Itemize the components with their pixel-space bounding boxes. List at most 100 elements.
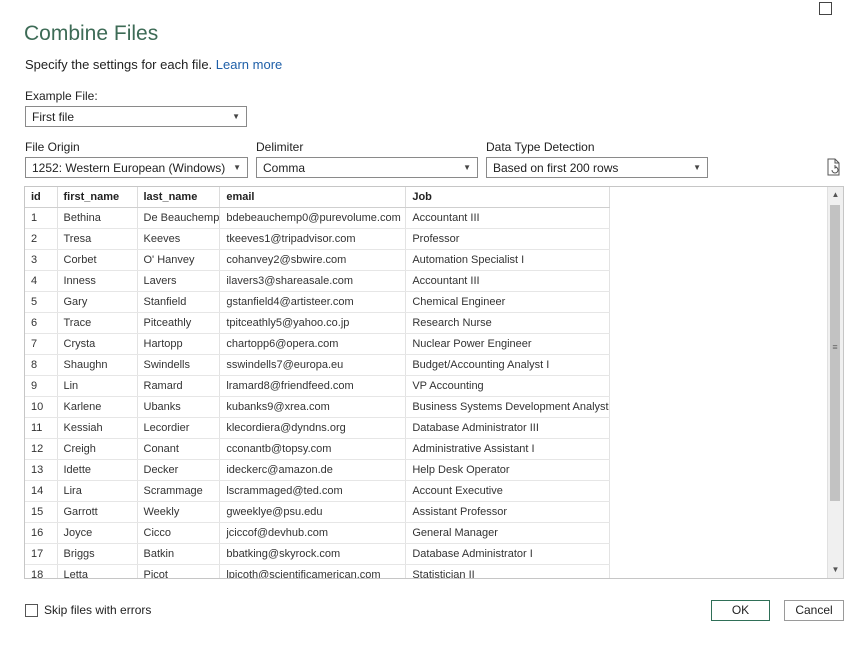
table-cell: Inness xyxy=(57,270,138,292)
table-cell: Automation Specialist I xyxy=(405,249,610,271)
skip-files-checkbox[interactable] xyxy=(25,603,38,617)
subtitle-text: Specify the settings for each file. xyxy=(25,57,213,72)
table-cell: jciccof@devhub.com xyxy=(219,522,407,544)
column-header-email[interactable]: email xyxy=(219,187,407,208)
refresh-file-icon[interactable] xyxy=(826,158,842,176)
scroll-up-icon[interactable]: ▲ xyxy=(828,187,843,203)
dialog-title: Combine Files xyxy=(24,22,159,45)
table-cell: 14 xyxy=(25,480,58,502)
table-cell: 17 xyxy=(25,543,58,565)
table-cell: kubanks9@xrea.com xyxy=(219,396,407,418)
column-header-job[interactable]: Job xyxy=(405,187,610,208)
delimiter-select[interactable]: Comma ▼ xyxy=(256,157,478,178)
example-file-select[interactable]: First file ▼ xyxy=(25,106,247,127)
table-cell: cohanvey2@sbwire.com xyxy=(219,249,407,271)
learn-more-link[interactable]: Learn more xyxy=(216,57,282,72)
table-cell: Chemical Engineer xyxy=(405,291,610,313)
table-cell: cconantb@topsy.com xyxy=(219,438,407,460)
vertical-scrollbar[interactable]: ▲ ≡ ▼ xyxy=(827,187,843,578)
table-row: 1 Bethina De Beauchemp bdebeauchemp0@purevo… xyxy=(25,207,610,229)
table-cell: Bethina xyxy=(57,207,138,229)
table-cell: lscrammaged@ted.com xyxy=(219,480,407,502)
table-cell: General Manager xyxy=(405,522,610,544)
table-cell: Budget/Accounting Analyst I xyxy=(405,354,610,376)
table-cell: Lecordier xyxy=(137,417,221,439)
table-cell: Account Executive xyxy=(405,480,610,502)
chevron-down-icon: ▼ xyxy=(463,163,471,172)
table-row: 18 Letta Picot lpicoth@scientificamerican.c… xyxy=(25,564,610,578)
table-cell: tkeeves1@tripadvisor.com xyxy=(219,228,407,250)
table-row: 14 Lira Scrammage lscrammaged@ted.com Accoun… xyxy=(25,480,610,502)
table-row: 9 Lin Ramard lramard8@friendfeed.com VP Acco… xyxy=(25,375,610,397)
table-row: 3 Corbet O' Hanvey cohanvey2@sbwire.com Auto… xyxy=(25,249,610,271)
skip-files-option[interactable]: Skip files with errors xyxy=(25,603,151,617)
table-cell: Stanfield xyxy=(137,291,221,313)
table-cell: Trace xyxy=(57,312,138,334)
maximize-button[interactable] xyxy=(819,2,832,15)
table-cell: Idette xyxy=(57,459,138,481)
file-origin-select[interactable]: 1252: Western European (Windows) ▼ xyxy=(25,157,248,178)
data-type-detection-select[interactable]: Based on first 200 rows ▼ xyxy=(486,157,708,178)
table-cell: Weekly xyxy=(137,501,221,523)
table-cell: 1 xyxy=(25,207,58,229)
table-cell: gstanfield4@artisteer.com xyxy=(219,291,407,313)
table-cell: 2 xyxy=(25,228,58,250)
table-cell: Ramard xyxy=(137,375,221,397)
chevron-down-icon: ▼ xyxy=(233,163,241,172)
preview-grid[interactable]: id first_name last_name email Job 1 Bethina De… xyxy=(24,186,844,579)
delimiter-value: Comma xyxy=(263,161,306,175)
table-cell: VP Accounting xyxy=(405,375,610,397)
table-cell: Keeves xyxy=(137,228,221,250)
table-cell: O' Hanvey xyxy=(137,249,221,271)
table-row: 6 Trace Pitceathly tpitceathly5@yahoo.co.jp… xyxy=(25,312,610,334)
cancel-button[interactable]: Cancel xyxy=(784,600,844,621)
table-cell: Accountant III xyxy=(405,207,610,229)
table-cell: Creigh xyxy=(57,438,138,460)
table-cell: Scrammage xyxy=(137,480,221,502)
header-row: id first_name last_name email Job xyxy=(25,187,610,208)
scroll-thumb[interactable] xyxy=(830,205,840,501)
table-cell: Shaughn xyxy=(57,354,138,376)
table-cell: Decker xyxy=(137,459,221,481)
column-header-id[interactable]: id xyxy=(25,187,58,208)
table-cell: 8 xyxy=(25,354,58,376)
table-cell: Database Administrator III xyxy=(405,417,610,439)
table-cell: Joyce xyxy=(57,522,138,544)
data-type-detection-label: Data Type Detection xyxy=(486,140,595,154)
table-cell: gweeklye@psu.edu xyxy=(219,501,407,523)
table-cell: 11 xyxy=(25,417,58,439)
table-cell: Briggs xyxy=(57,543,138,565)
table-cell: Nuclear Power Engineer xyxy=(405,333,610,355)
table-cell: tpitceathly5@yahoo.co.jp xyxy=(219,312,407,334)
column-header-last-name[interactable]: last_name xyxy=(137,187,221,208)
grip-icon: ≡ xyxy=(832,342,838,352)
column-header-first-name[interactable]: first_name xyxy=(57,187,138,208)
table-cell: Lavers xyxy=(137,270,221,292)
table-cell: Help Desk Operator xyxy=(405,459,610,481)
table-cell: 3 xyxy=(25,249,58,271)
table-cell: sswindells7@europa.eu xyxy=(219,354,407,376)
table-cell: lramard8@friendfeed.com xyxy=(219,375,407,397)
table-cell: Swindells xyxy=(137,354,221,376)
table-cell: Lira xyxy=(57,480,138,502)
table-cell: lpicoth@scientificamerican.com xyxy=(219,564,407,578)
table-row: 16 Joyce Cicco jciccof@devhub.com General Ma… xyxy=(25,522,610,544)
table-cell: Conant xyxy=(137,438,221,460)
example-file-label: Example File: xyxy=(25,89,98,103)
table-cell: Statistician II xyxy=(405,564,610,578)
table-cell: Professor xyxy=(405,228,610,250)
skip-files-label: Skip files with errors xyxy=(44,603,152,617)
scroll-down-icon[interactable]: ▼ xyxy=(828,562,843,578)
preview-table: id first_name last_name email Job 1 Bethina De… xyxy=(25,187,610,578)
table-cell: Hartopp xyxy=(137,333,221,355)
table-cell: Garrott xyxy=(57,501,138,523)
table-cell: Karlene xyxy=(57,396,138,418)
table-cell: Pitceathly xyxy=(137,312,221,334)
table-row: 2 Tresa Keeves tkeeves1@tripadvisor.com Prof… xyxy=(25,228,610,250)
table-row: 15 Garrott Weekly gweeklye@psu.edu Assistant… xyxy=(25,501,610,523)
ok-button[interactable]: OK xyxy=(711,600,770,621)
table-cell: ilavers3@shareasale.com xyxy=(219,270,407,292)
table-cell: Letta xyxy=(57,564,138,578)
table-cell: 15 xyxy=(25,501,58,523)
table-cell: Cicco xyxy=(137,522,221,544)
